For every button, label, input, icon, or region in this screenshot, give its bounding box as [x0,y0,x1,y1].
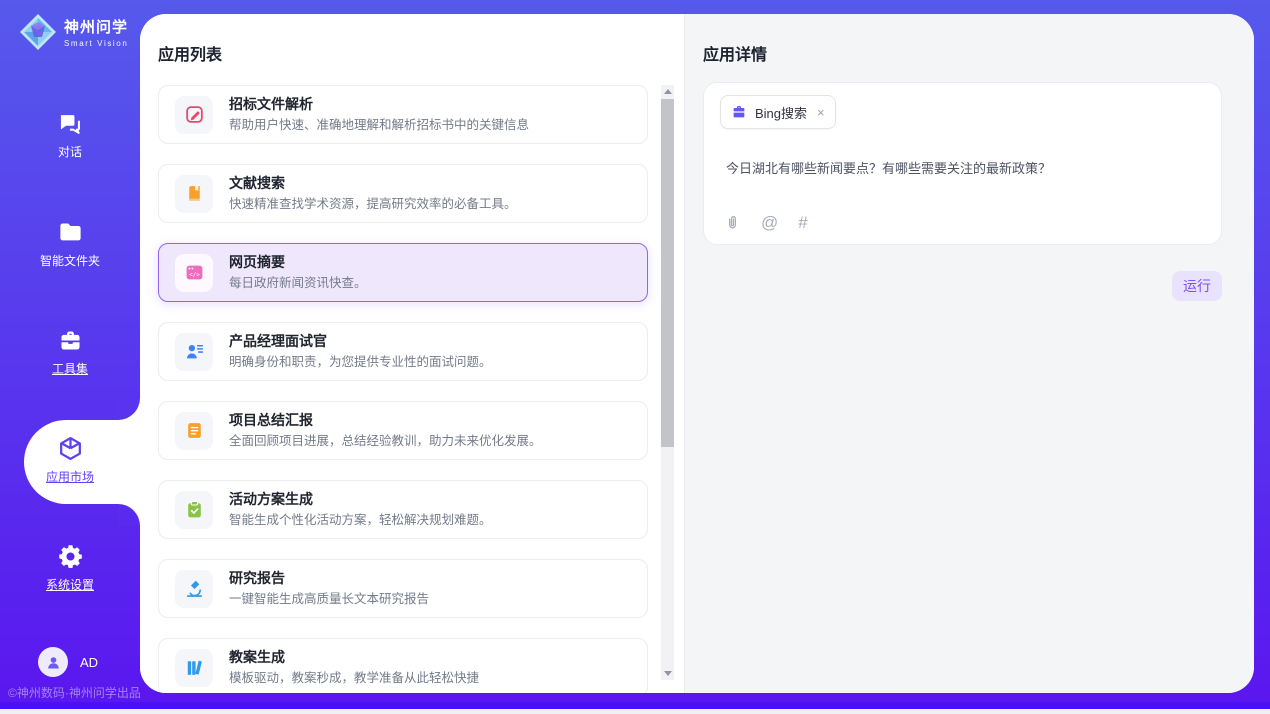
sidebar-item-toolbox[interactable]: 工具集 [0,327,140,397]
app-logo: 神州问学 Smart Vision [18,12,128,52]
app-card-description: 明确身份和职责，为您提供专业性的面试问题。 [229,356,492,369]
app-card-text: 招标文件解析帮助用户快速、准确地理解和解析招标书中的关键信息 [229,97,529,132]
app-card-name: 研究报告 [229,571,429,585]
app-card-description: 帮助用户快速、准确地理解和解析招标书中的关键信息 [229,119,529,132]
app-card[interactable]: 教案生成模板驱动，教案秒成，教学准备从此轻松快捷 [158,638,648,693]
mention-icon[interactable]: @ [761,214,778,231]
app-card-text: 研究报告一键智能生成高质量长文本研究报告 [229,571,429,606]
app-detail-panel: 应用详情 Bing搜索 × 今日湖北有哪些新闻要点？有哪些需要关注的最新政策？ … [684,14,1254,693]
clipboard-check-icon [175,491,213,529]
briefcase-icon [731,104,747,120]
app-card[interactable]: 项目总结汇报全面回顾项目进展，总结经验教训，助力未来优化发展。 [158,401,648,460]
gear-icon [57,543,84,570]
interview-icon [175,333,213,371]
app-card-name: 文献搜索 [229,176,517,190]
app-card-description: 每日政府新闻资讯快查。 [229,277,367,290]
logo-subtitle: Smart Vision [64,39,128,48]
logo-title: 神州问学 [64,16,128,37]
composer-toolbar: @# [724,214,808,231]
sidebar-item-label: 对话 [58,143,82,160]
app-card-name: 项目总结汇报 [229,413,542,427]
app-card-name: 活动方案生成 [229,492,492,506]
logo-diamond-icon [18,12,58,52]
app-card-name: 产品经理面试官 [229,334,492,348]
scroll-down-arrow[interactable] [661,667,674,680]
cube-icon [57,435,84,462]
tool-chip-label: Bing搜索 [755,103,807,122]
bubble-notch-top [118,398,140,420]
app-card-text: 活动方案生成智能生成个性化活动方案，轻松解决规划难题。 [229,492,492,527]
app-list-panel: 应用列表 招标文件解析帮助用户快速、准确地理解和解析招标书中的关键信息文献搜索快… [140,14,684,693]
chip-close-icon[interactable]: × [817,106,825,119]
sidebar: 神州问学 Smart Vision 对话智能文件夹工具集应用市场系统设置 AD … [0,0,140,702]
app-card[interactable]: 产品经理面试官明确身份和职责，为您提供专业性的面试问题。 [158,322,648,381]
scrollbar [661,85,674,680]
sidebar-item-folder[interactable]: 智能文件夹 [0,219,140,289]
document-edit-icon [175,96,213,134]
folder-icon [57,219,84,246]
app-list-title: 应用列表 [158,41,222,65]
report-doc-icon [175,412,213,450]
app-card-text: 项目总结汇报全面回顾项目进展，总结经验教训，助力未来优化发展。 [229,413,542,448]
bottom-accent-bar [0,702,1270,709]
sidebar-item-label: 应用市场 [46,468,94,485]
attach-icon[interactable] [724,214,741,231]
scroll-up-arrow[interactable] [661,85,674,98]
app-card-name: 教案生成 [229,650,479,664]
prompt-input[interactable]: 今日湖北有哪些新闻要点？有哪些需要关注的最新政策？ [720,158,1205,177]
app-card-text: 网页摘要每日政府新闻资讯快查。 [229,255,367,290]
composer-card: Bing搜索 × 今日湖北有哪些新闻要点？有哪些需要关注的最新政策？ @# [703,82,1222,245]
app-card-text: 教案生成模板驱动，教案秒成，教学准备从此轻松快捷 [229,650,479,685]
app-card-description: 快速精准查找学术资源，提高研究效率的必备工具。 [229,198,517,211]
main-content: 应用列表 招标文件解析帮助用户快速、准确地理解和解析招标书中的关键信息文献搜索快… [140,14,1254,693]
scrollbar-thumb[interactable] [661,99,674,447]
copyright-text: ©神州数码·神州问学出品 [8,684,141,701]
sidebar-item-chat[interactable]: 对话 [0,110,140,180]
sidebar-item-label: 工具集 [52,360,88,377]
app-card-description: 模板驱动，教案秒成，教学准备从此轻松快捷 [229,672,479,685]
sidebar-item-label: 系统设置 [46,576,94,593]
app-card-text: 文献搜索快速精准查找学术资源，提高研究效率的必备工具。 [229,176,517,211]
microscope-icon [175,570,213,608]
tool-chip-bing-search: Bing搜索 × [720,95,836,129]
run-button[interactable]: 运行 [1172,271,1222,301]
book-icon [175,175,213,213]
app-detail-title: 应用详情 [703,41,767,65]
svg-text:</>: </> [189,273,200,279]
app-card[interactable]: 文献搜索快速精准查找学术资源，提高研究效率的必备工具。 [158,164,648,223]
app-card[interactable]: 活动方案生成智能生成个性化活动方案，轻松解决规划难题。 [158,480,648,539]
app-card[interactable]: 研究报告一键智能生成高质量长文本研究报告 [158,559,648,618]
sidebar-item-gear[interactable]: 系统设置 [0,543,140,613]
sidebar-item-label: 智能文件夹 [40,252,100,269]
user-row[interactable]: AD [38,647,98,677]
browser-code-icon: </> [175,254,213,292]
bubble-notch-bottom [118,504,140,526]
user-icon [45,654,62,671]
avatar[interactable] [38,647,68,677]
app-card[interactable]: 招标文件解析帮助用户快速、准确地理解和解析招标书中的关键信息 [158,85,648,144]
toolbox-icon [57,327,84,354]
app-card-name: 网页摘要 [229,255,367,269]
app-card-description: 智能生成个性化活动方案，轻松解决规划难题。 [229,514,492,527]
books-icon [175,649,213,687]
app-card-description: 一键智能生成高质量长文本研究报告 [229,593,429,606]
user-name: AD [80,655,98,670]
sidebar-item-cube[interactable]: 应用市场 [0,435,140,505]
chat-icon [57,110,84,137]
hash-icon[interactable]: # [798,214,807,231]
app-card[interactable]: </> 网页摘要每日政府新闻资讯快查。 [158,243,648,302]
app-card-text: 产品经理面试官明确身份和职责，为您提供专业性的面试问题。 [229,334,492,369]
app-cards: 招标文件解析帮助用户快速、准确地理解和解析招标书中的关键信息文献搜索快速精准查找… [158,85,648,693]
app-card-description: 全面回顾项目进展，总结经验教训，助力未来优化发展。 [229,435,542,448]
app-card-name: 招标文件解析 [229,97,529,111]
